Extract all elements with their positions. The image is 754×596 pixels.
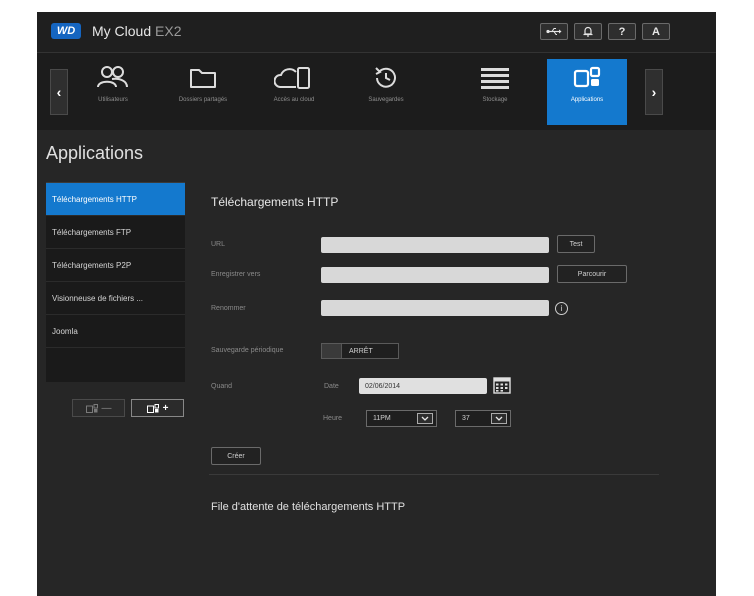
date-label: Date (324, 383, 339, 390)
info-icon[interactable]: i (555, 302, 568, 315)
calendar-icon[interactable] (493, 376, 511, 394)
chevron-down-icon (417, 413, 433, 424)
user-icon[interactable]: A (642, 23, 670, 40)
periodic-backup-label: Sauvegarde périodique (211, 347, 284, 354)
nav-item-backups[interactable]: Sauvegardes (346, 59, 426, 125)
nav-item-users[interactable]: Utilisateurs (73, 59, 153, 125)
nav-item-label: Utilisateurs (98, 97, 128, 103)
sidebar-item-ftp[interactable]: Téléchargements FTP (46, 216, 185, 249)
backup-icon (375, 67, 396, 88)
toggle-state: ARRÊT (349, 347, 373, 355)
queue-title: File d'attente de téléchargements HTTP (211, 501, 406, 513)
save-to-input[interactable] (321, 267, 549, 283)
storage-icon (481, 68, 509, 89)
nav-item-label: Stockage (482, 97, 508, 103)
when-label: Quand (211, 383, 233, 390)
app-icon (146, 403, 159, 413)
minus-icon: — (101, 402, 112, 414)
nav-item-label: Sauvegardes (368, 97, 404, 103)
time-label: Heure (323, 415, 343, 422)
url-input[interactable] (321, 237, 549, 253)
nav-item-label: Accès au cloud (273, 97, 315, 103)
top-bar: WD My Cloud EX2 ? A (37, 12, 716, 52)
cloud-access-icon (274, 67, 310, 89)
toggle-knob (322, 344, 342, 358)
bell-icon[interactable] (574, 23, 602, 40)
plus-icon: + (162, 402, 169, 414)
test-button[interactable]: Test (557, 235, 595, 253)
usb-icon[interactable] (540, 23, 568, 40)
periodic-backup-toggle[interactable]: ARRÊT (321, 343, 399, 359)
app-title: My Cloud EX2 (92, 23, 182, 39)
nav-item-cloud-access[interactable]: Accès au cloud (254, 59, 334, 125)
browse-button[interactable]: Parcourir (557, 265, 627, 283)
chevron-down-icon (491, 413, 507, 424)
nav-item-shares[interactable]: Dossiers partagés (163, 59, 243, 125)
remove-app-button[interactable]: — (72, 399, 125, 417)
nav-next-button[interactable]: › (645, 69, 663, 115)
add-app-button[interactable]: + (131, 399, 184, 417)
header-icons: ? A (540, 23, 670, 40)
section-title: Téléchargements HTTP (211, 195, 339, 209)
app-window: WD My Cloud EX2 ? A ‹ Utilisateurs Dossi… (37, 12, 716, 596)
nav-item-applications[interactable]: Applications (547, 59, 627, 125)
divider (209, 474, 659, 475)
model-name: EX2 (155, 23, 182, 39)
users-icon (97, 66, 128, 88)
app-icon (85, 403, 98, 413)
applications-icon (573, 66, 601, 88)
url-label: URL (211, 241, 226, 248)
nav-item-label: Applications (570, 97, 604, 103)
hour-select[interactable]: 11PM (366, 410, 437, 427)
product-name: My Cloud (92, 23, 152, 39)
sidebar-item-p2p[interactable]: Téléchargements P2P (46, 249, 185, 282)
sidebar-actions: — + (72, 399, 184, 417)
minute-value: 37 (462, 415, 470, 422)
app-sidebar: Téléchargements HTTP Téléchargements FTP… (46, 182, 185, 382)
folder-icon (190, 69, 216, 88)
date-input[interactable]: 02/06/2014 (359, 378, 487, 394)
nav-item-label: Dossiers partagés (178, 97, 228, 103)
sidebar-item-file-viewer[interactable]: Visionneuse de fichiers ... (46, 282, 185, 315)
minute-select[interactable]: 37 (455, 410, 511, 427)
nav-item-storage[interactable]: Stockage (455, 59, 535, 125)
nav-prev-button[interactable]: ‹ (50, 69, 68, 115)
hour-value: 11PM (373, 415, 391, 422)
help-icon[interactable]: ? (608, 23, 636, 40)
main-nav: ‹ Utilisateurs Dossiers partagés Accès a… (37, 52, 716, 130)
create-button[interactable]: Créer (211, 447, 261, 465)
sidebar-item-http[interactable]: Téléchargements HTTP (46, 183, 185, 216)
save-to-label: Enregistrer vers (211, 271, 261, 278)
rename-input[interactable] (321, 300, 549, 316)
page-title: Applications (46, 143, 144, 163)
sidebar-item-joomla[interactable]: Joomla (46, 315, 185, 348)
rename-label: Renommer (211, 305, 246, 312)
wd-logo: WD (51, 23, 81, 39)
